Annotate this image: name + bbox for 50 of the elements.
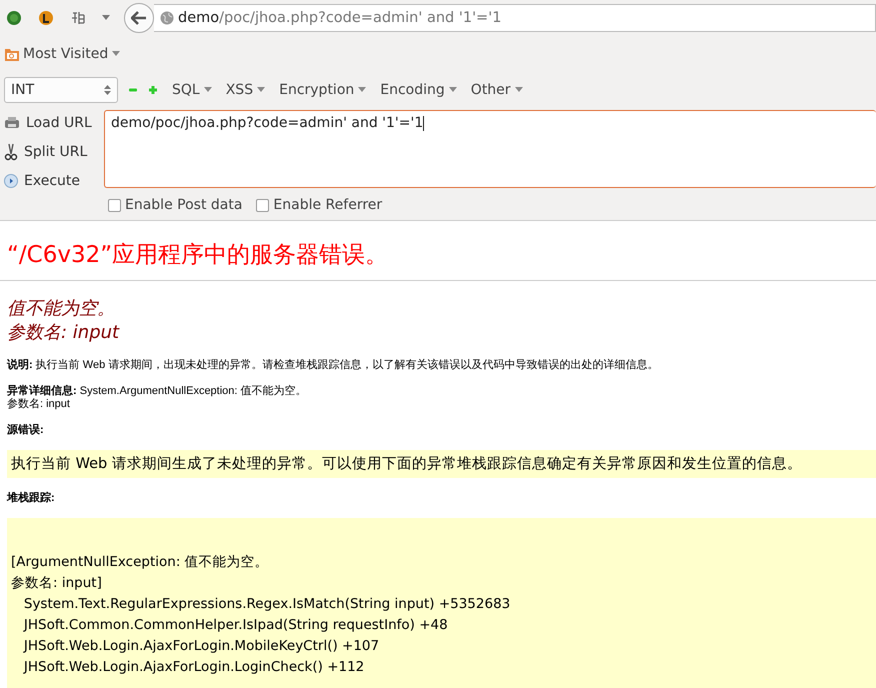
- caret-icon: [257, 87, 266, 93]
- url-textarea[interactable]: demo/poc/jhoa.php?code=admin' and '1'='1: [104, 110, 876, 188]
- stack-line: 参数名: input]: [11, 574, 102, 593]
- toolbar-menu[interactable]: Other: [470, 82, 523, 98]
- toolbar-menu[interactable]: XSS: [226, 82, 266, 98]
- checkbox-label[interactable]: Enable Referrer: [273, 197, 382, 213]
- checkbox[interactable]: [108, 198, 121, 212]
- letter-l-icon[interactable]: [38, 10, 54, 26]
- toolbar-menu[interactable]: Encoding: [380, 82, 457, 98]
- spinner-arrows-icon: [104, 84, 111, 96]
- action-button[interactable]: Load URL: [26, 114, 92, 130]
- glyph-icon[interactable]: [70, 10, 86, 26]
- field-label: 异常详细信息:: [7, 385, 77, 397]
- error-message: 参数名: input: [7, 321, 120, 345]
- stack-line: JHSoft.Web.Login.AjaxForLogin.MobileKeyCtrl() +107: [22, 637, 380, 656]
- caret-icon: [448, 87, 457, 93]
- field-label: 源错误:: [7, 424, 44, 436]
- error-title: “/C6v32”应用程序中的服务器错误。: [7, 241, 390, 270]
- toolbar-menu[interactable]: SQL: [172, 82, 212, 98]
- caret-icon: [358, 87, 366, 93]
- play-icon[interactable]: [4, 174, 18, 188]
- field-label: 说明:: [7, 359, 33, 371]
- stack-line: [ArgumentNullException: 值不能为空。: [11, 553, 269, 572]
- stack-line: JHSoft.Common.CommonHelper.IsIpad(String requestInfo) +48: [22, 616, 448, 635]
- encoding-select[interactable]: INT: [4, 77, 118, 103]
- checkbox[interactable]: [256, 198, 270, 212]
- globe-icon: [160, 11, 174, 25]
- printer-icon[interactable]: [4, 116, 20, 130]
- bookmarks-menu[interactable]: Most Visited: [23, 46, 120, 62]
- stack-line: JHSoft.Web.Login.AjaxForLogin.LoginCheck() +112: [22, 658, 364, 677]
- toolbar-menu[interactable]: Encryption: [279, 82, 366, 98]
- checkbox-label[interactable]: Enable Post data: [125, 197, 242, 213]
- source-error-box: 执行当前 Web 请求期间生成了未处理的异常。可以使用下面的异常堆栈跟踪信息确定有关异常原因和发生位置的信息。: [7, 450, 876, 478]
- back-arrow-icon: [131, 11, 147, 25]
- caret-icon: [204, 87, 212, 93]
- address-bar[interactable]: demo/poc/jhoa.php?code=admin' and '1'='1: [154, 4, 876, 32]
- caret-icon: [514, 87, 523, 93]
- action-button[interactable]: Execute: [24, 172, 80, 188]
- scissors-icon[interactable]: [4, 142, 18, 160]
- caret-icon: [112, 51, 120, 57]
- dropdown-arrow-icon[interactable]: [102, 15, 110, 21]
- exception-text: System.ArgumentNullException: 值不能为空。: [80, 385, 307, 397]
- back-button[interactable]: [124, 3, 154, 33]
- action-button[interactable]: Split URL: [24, 144, 88, 160]
- parameter-text: 参数名: input: [7, 398, 70, 410]
- description-text: 执行当前 Web 请求期间，出现未处理的异常。请检查堆栈跟踪信息，以了解有关该错误以及代码中导致错误的出处的详细信息。: [36, 359, 658, 371]
- folder-icon: [4, 46, 20, 62]
- field-label: 堆栈跟踪:: [7, 492, 55, 504]
- error-message: 值不能为空。: [7, 297, 116, 321]
- stack-line: System.Text.RegularExpressions.Regex.IsMatch(String input) +5352683: [22, 595, 510, 614]
